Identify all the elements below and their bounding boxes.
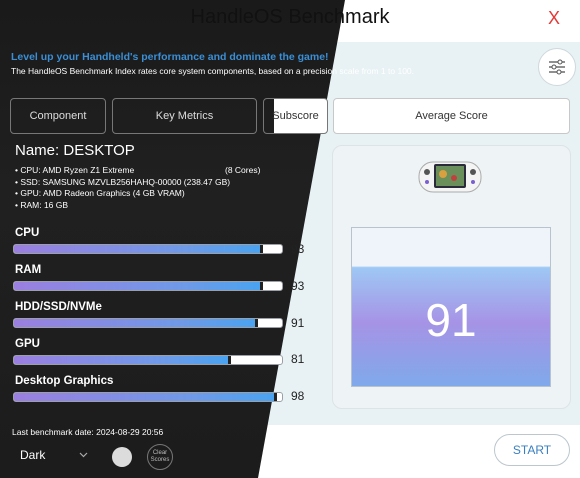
spec-cpu-text: • CPU: AMD Ryzen Z1 Extreme <box>15 165 135 175</box>
metric-value-cpu: 93 <box>291 242 305 256</box>
average-score-box: 91 <box>351 227 551 387</box>
metric-value-gpu: 81 <box>291 352 305 366</box>
metric-bar-gpu <box>13 355 283 365</box>
metric-bar-storage <box>13 318 283 328</box>
app-title: HandleOS Benchmark <box>190 6 390 28</box>
theme-select-value: Dark <box>20 448 46 462</box>
tagline: Level up your Handheld's performance and… <box>11 51 329 63</box>
metric-value-ram: 93 <box>291 279 305 293</box>
metric-fill-ram <box>14 282 264 290</box>
toggle-button[interactable] <box>112 447 132 467</box>
device-name: Name: DESKTOP <box>15 142 135 159</box>
metric-bar-cpu <box>13 244 283 254</box>
start-button[interactable]: START <box>494 434 570 466</box>
last-benchmark-date: 2024-08-29 20:56 <box>96 427 164 437</box>
spec-cpu-cores: (8 Cores) <box>225 165 261 175</box>
last-benchmark: Last benchmark date: 2024-08-29 20:56 <box>12 427 163 437</box>
clear-scores-button[interactable]: Clear Scores <box>147 444 173 470</box>
metric-label-storage: HDD/SSD/NVMe <box>15 301 102 313</box>
handheld-device-icon <box>418 161 482 193</box>
metric-value-storage: 91 <box>291 316 305 330</box>
metric-fill-storage <box>14 319 258 327</box>
spec-ram: • RAM: 16 GB <box>15 199 69 210</box>
spec-cpu: • CPU: AMD Ryzen Z1 Extreme (8 Cores) <box>15 165 260 177</box>
metric-fill-desktop-graphics <box>14 393 277 401</box>
metric-label-ram: RAM <box>15 264 42 276</box>
close-button[interactable]: X <box>548 8 560 29</box>
settings-button[interactable] <box>538 48 576 86</box>
sliders-icon <box>549 59 565 75</box>
tab-key-metrics[interactable]: Key Metrics <box>112 98 257 134</box>
tab-subscore[interactable]: Subscore <box>263 98 328 134</box>
metric-label-gpu: GPU <box>15 338 40 350</box>
theme-select[interactable]: Dark <box>12 444 96 466</box>
metric-label-cpu: CPU <box>15 227 40 239</box>
device-name-value: DESKTOP <box>63 142 135 159</box>
average-score-value: 91 <box>425 294 477 346</box>
metric-fill-gpu <box>14 356 232 364</box>
metric-fill-cpu <box>14 245 264 253</box>
metric-value-desktop-graphics: 98 <box>291 389 305 403</box>
clear-scores-label: Clear Scores <box>150 450 170 463</box>
spec-ssd: • SSD: SAMSUNG MZVLB256HAHQ-00000 (238.4… <box>15 176 231 187</box>
chevron-down-icon <box>79 452 88 458</box>
device-specs: • CPU: AMD Ryzen Z1 Extreme (8 Cores) • … <box>15 165 260 211</box>
device-name-label: Name: <box>15 142 60 159</box>
spec-gpu: • GPU: AMD Radeon Graphics (4 GB VRAM) <box>15 188 185 198</box>
last-benchmark-label: Last benchmark date: <box>12 427 94 437</box>
tab-average-score[interactable]: Average Score <box>333 98 570 134</box>
metric-bar-ram <box>13 281 283 291</box>
tab-component[interactable]: Component <box>10 98 106 134</box>
metric-label-desktop-graphics: Desktop Graphics <box>15 375 114 387</box>
metric-bar-desktop-graphics <box>13 392 283 402</box>
description: The HandleOS Benchmark Index rates core … <box>11 66 415 76</box>
